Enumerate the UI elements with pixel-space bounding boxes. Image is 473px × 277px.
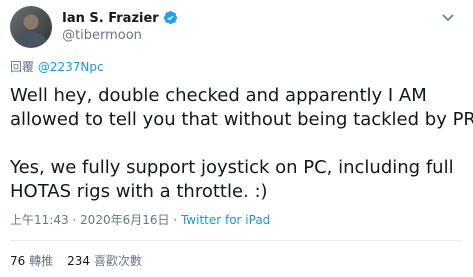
meta-separator: · bbox=[68, 213, 81, 227]
author-name-row[interactable]: Ian S. Frazier bbox=[62, 10, 178, 29]
tweet-line: allowed to tell you that without being t… bbox=[10, 109, 473, 130]
like-count: 234 bbox=[67, 254, 91, 268]
retweet-label: 轉推 bbox=[29, 254, 54, 268]
reply-context: 回覆 @2237Npc bbox=[10, 58, 104, 75]
meta-separator: · bbox=[169, 213, 181, 227]
tweet-date[interactable]: 2020年6月16日 bbox=[80, 213, 169, 227]
retweet-count: 76 bbox=[10, 254, 26, 268]
divider bbox=[10, 240, 463, 241]
avatar[interactable] bbox=[10, 6, 52, 48]
tweet-line: Well hey, double checked and apparently … bbox=[10, 85, 427, 106]
tweet-stats: 76 轉推 234 喜歡次數 bbox=[10, 252, 142, 269]
verified-badge-icon bbox=[163, 10, 178, 29]
author-handle[interactable]: @tibermoon bbox=[62, 28, 142, 43]
tweet-meta: 上午11:43 · 2020年6月16日 · Twitter for iPad bbox=[10, 211, 270, 228]
like-label: 喜歡次數 bbox=[93, 254, 142, 268]
author-name[interactable]: Ian S. Frazier bbox=[62, 11, 159, 26]
reply-prefix: 回覆 bbox=[10, 60, 35, 74]
retweets-stat[interactable]: 76 轉推 bbox=[10, 254, 53, 268]
tweet-time[interactable]: 上午11:43 bbox=[10, 213, 69, 227]
tweet-source-link[interactable]: Twitter for iPad bbox=[181, 213, 270, 227]
chevron-down-icon[interactable] bbox=[440, 9, 456, 29]
tweet-text: Well hey, double checked and apparently … bbox=[10, 84, 473, 204]
likes-stat[interactable]: 234 喜歡次數 bbox=[67, 254, 142, 268]
tweet-line: Yes, we fully support joystick on PC, in… bbox=[10, 157, 454, 178]
reply-to-link[interactable]: @2237Npc bbox=[38, 60, 104, 74]
tweet-line: HOTAS rigs with a throttle. :) bbox=[10, 181, 268, 202]
